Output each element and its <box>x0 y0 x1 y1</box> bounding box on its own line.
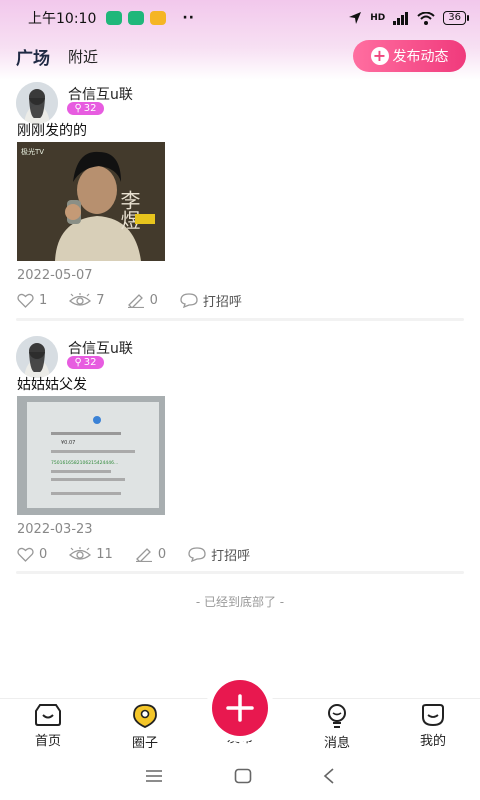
wifi-icon <box>417 11 435 25</box>
heart-icon <box>17 547 34 562</box>
eye-icon <box>69 292 92 306</box>
tab-mine[interactable]: 我的 <box>403 703 463 749</box>
username[interactable]: 合信互u联 <box>68 338 133 358</box>
pen-icon <box>127 293 144 308</box>
home-square-icon[interactable] <box>234 768 252 784</box>
publish-button[interactable] <box>212 680 268 736</box>
app-notification-icon <box>106 11 123 25</box>
post-actions: 0 11 0 打招呼 <box>17 544 272 564</box>
view-count: 7 <box>96 292 105 308</box>
username[interactable]: 合信互u联 <box>68 84 133 104</box>
chat-bubble-icon <box>188 546 206 562</box>
level-badge: ⚲ 32 <box>67 102 104 115</box>
post-date: 2022-03-23 <box>17 522 93 537</box>
like-count: 0 <box>39 546 48 562</box>
like-count: 1 <box>39 292 48 308</box>
tab-messages-label: 消息 <box>323 736 350 751</box>
signal-icon <box>393 11 409 25</box>
post-update-label: 发布动态 <box>392 49 449 65</box>
post-card[interactable]: 合信互u联 ⚲ 32 刚刚发的的 极光TV 李煜 2022-05-07 1 7 0 <box>0 82 480 322</box>
status-time: 上午10:10 <box>28 11 97 27</box>
like-button[interactable]: 0 <box>17 547 47 562</box>
message-notification-icon <box>150 11 167 25</box>
home-icon <box>35 704 61 726</box>
app-notification-icon <box>128 11 145 25</box>
post-card[interactable]: 合信互u联 ⚲ 32 姑姑姑父发 ¥0.07 750161658210621542… <box>0 336 480 576</box>
post-image[interactable]: 极光TV 李煜 <box>17 142 165 261</box>
eye-icon <box>69 546 92 560</box>
post-text: 姑姑姑父发 <box>17 377 87 393</box>
like-button[interactable]: 1 <box>17 293 47 308</box>
view-count: 11 <box>96 546 113 562</box>
plus-icon <box>226 694 254 722</box>
comment-button[interactable]: 0 <box>135 547 166 562</box>
tab-square[interactable]: 广场 <box>16 44 50 69</box>
end-of-list-note: - 已经到底部了 - <box>195 595 285 609</box>
top-nav: 广场 附近 + 发布动态 <box>0 38 480 74</box>
receipt-amount: ¥0.07 <box>61 440 75 446</box>
view-count-item: 11 <box>69 546 113 562</box>
location-icon <box>349 12 362 24</box>
tab-mine-label: 我的 <box>419 734 446 749</box>
post-image[interactable]: ¥0.07 7501616582106215424446... <box>17 396 165 515</box>
post-date: 2022-05-07 <box>17 268 93 283</box>
tab-circle[interactable]: 圈子 <box>115 703 175 751</box>
chat-bubble-icon <box>180 292 198 308</box>
badge-icon: ⚲ <box>74 103 82 114</box>
network-label: HD <box>370 13 386 23</box>
tab-messages[interactable]: 消息 <box>307 703 367 751</box>
more-notifications-icon: ·· <box>182 10 195 26</box>
tab-home-label: 首页 <box>34 734 61 749</box>
post-actions: 1 7 0 打招呼 <box>17 290 264 310</box>
tab-circle-label: 圈子 <box>131 736 158 751</box>
comment-count: 0 <box>157 546 167 562</box>
tab-nearby[interactable]: 附近 <box>68 46 98 67</box>
avatar[interactable] <box>16 82 58 124</box>
circle-icon <box>133 704 157 728</box>
badge-icon: ⚲ <box>74 357 82 368</box>
battery-icon: 36 <box>443 11 469 25</box>
system-navigation-bar <box>0 752 480 800</box>
plus-icon: + <box>370 47 389 65</box>
post-divider <box>16 318 464 321</box>
profile-face-icon <box>422 704 444 727</box>
bulb-icon <box>328 704 346 728</box>
menu-icon[interactable] <box>145 769 163 783</box>
video-watermark: 极光TV <box>21 147 44 156</box>
greet-label: 打招呼 <box>202 294 242 310</box>
pen-icon <box>135 547 152 562</box>
greet-button[interactable]: 打招呼 <box>188 545 250 564</box>
comment-button[interactable]: 0 <box>127 293 158 308</box>
receipt-number: 7501616582106215424446... <box>51 460 118 466</box>
greet-label: 打招呼 <box>211 548 251 564</box>
post-update-button[interactable]: + 发布动态 <box>353 40 466 72</box>
avatar[interactable] <box>16 336 58 378</box>
heart-icon <box>17 293 34 308</box>
tab-home[interactable]: 首页 <box>18 703 78 749</box>
status-bar: 上午10:10 ·· HD 36 <box>0 0 480 36</box>
level-badge: ⚲ 32 <box>67 356 104 369</box>
badge-value: 32 <box>83 357 97 368</box>
greet-button[interactable]: 打招呼 <box>180 291 242 310</box>
back-icon[interactable] <box>323 768 335 784</box>
post-divider <box>16 571 464 574</box>
badge-value: 32 <box>83 103 97 114</box>
post-text: 刚刚发的的 <box>17 123 87 139</box>
view-count-item: 7 <box>69 292 105 308</box>
comment-count: 0 <box>149 292 158 308</box>
